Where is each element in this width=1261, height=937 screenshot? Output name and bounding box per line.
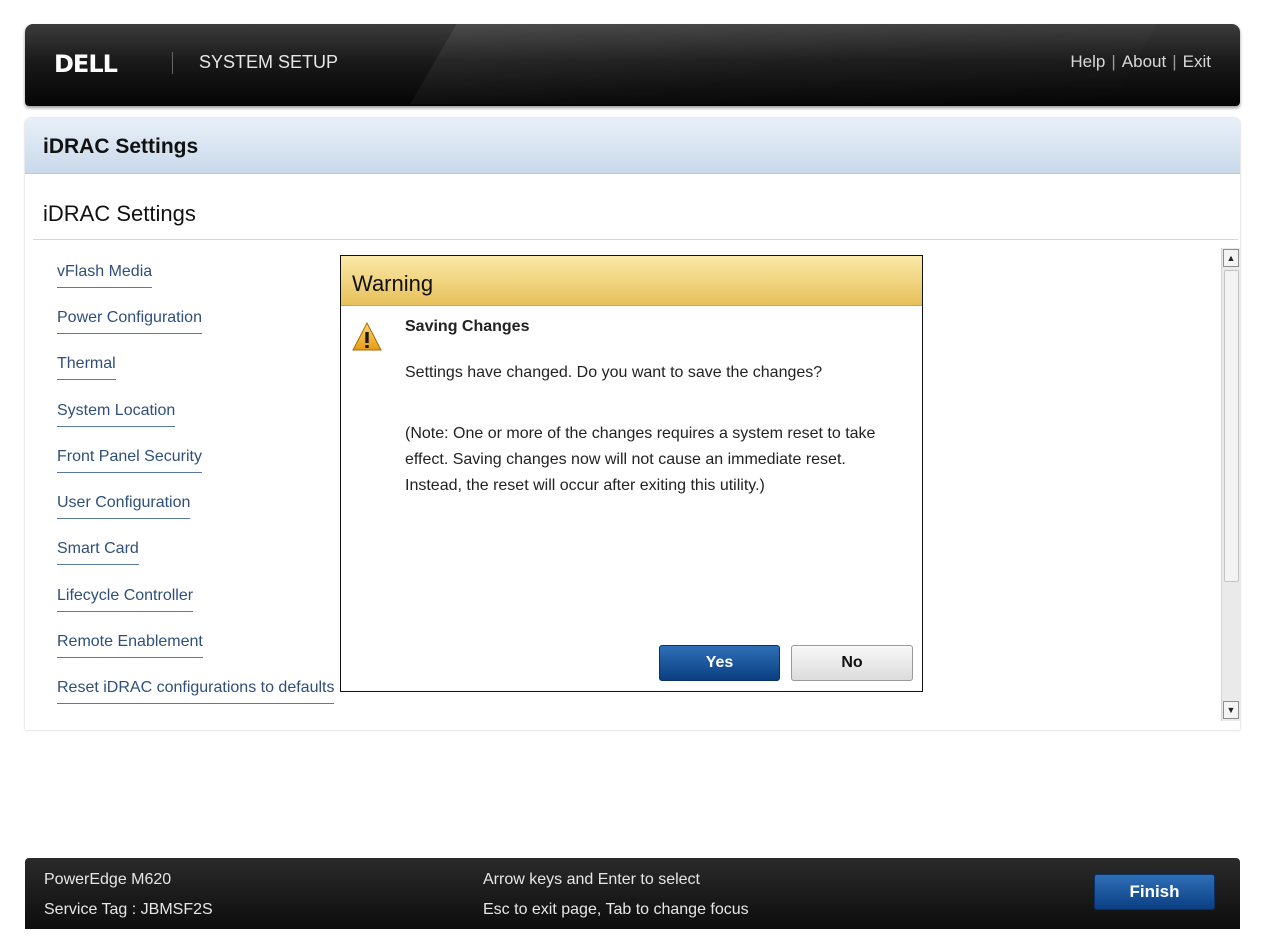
link-separator: | <box>1111 52 1116 71</box>
footer-bar: PowerEdge M620 Service Tag : JBMSF2S Arr… <box>25 858 1240 929</box>
navigation-hint: Arrow keys and Enter to select <box>483 871 700 888</box>
top-links: Help | About | Exit <box>1070 52 1211 72</box>
section-divider <box>33 239 1238 240</box>
arrow-up-icon: ▲ <box>1226 253 1236 263</box>
yes-button[interactable]: Yes <box>659 645 780 681</box>
top-bar: DELL SYSTEM SETUP Help | About | Exit <box>25 24 1240 106</box>
scroll-down-button[interactable]: ▼ <box>1223 701 1239 719</box>
vertical-scrollbar[interactable]: ▲ ▼ <box>1221 248 1240 721</box>
menu-item-lifecycle-controller[interactable]: Lifecycle Controller <box>57 587 194 612</box>
about-link[interactable]: About <box>1122 52 1166 72</box>
menu-item-reset-idrac-defaults[interactable]: Reset iDRAC configurations to defaults <box>57 679 335 704</box>
panel-header: iDRAC Settings <box>25 118 1240 174</box>
system-model: PowerEdge M620 <box>44 871 172 888</box>
arrow-down-icon: ▼ <box>1226 705 1236 715</box>
header-sheen <box>410 24 1180 104</box>
dialog-header: Warning <box>341 256 922 306</box>
section-title: iDRAC Settings <box>43 201 196 226</box>
focus-hint: Esc to exit page, Tab to change focus <box>483 901 749 918</box>
no-button[interactable]: No <box>791 645 913 681</box>
page-title: iDRAC Settings <box>43 135 199 158</box>
link-separator: | <box>1172 52 1177 71</box>
help-link[interactable]: Help <box>1070 52 1105 72</box>
menu-item-power-configuration[interactable]: Power Configuration <box>57 309 202 334</box>
menu-item-thermal[interactable]: Thermal <box>57 355 116 380</box>
menu-item-smart-card[interactable]: Smart Card <box>57 540 139 565</box>
dialog-title: Warning <box>352 271 434 296</box>
dialog-subject: Saving Changes <box>405 318 530 335</box>
logo-separator <box>172 52 173 74</box>
menu-item-user-configuration[interactable]: User Configuration <box>57 494 191 519</box>
dialog-note: (Note: One or more of the changes requir… <box>405 425 876 494</box>
scroll-thumb[interactable] <box>1224 270 1239 582</box>
dialog-message: Settings have changed. Do you want to sa… <box>405 364 823 381</box>
dell-logo: DELL <box>54 50 118 78</box>
menu-item-front-panel-security[interactable]: Front Panel Security <box>57 448 202 473</box>
warning-dialog: Warning Saving Changes Settings have cha… <box>340 255 923 692</box>
warning-icon <box>352 322 382 351</box>
menu-item-vflash-media[interactable]: vFlash Media <box>57 263 153 288</box>
system-setup-title: SYSTEM SETUP <box>199 52 339 72</box>
finish-button[interactable]: Finish <box>1094 874 1215 910</box>
exit-link[interactable]: Exit <box>1183 52 1211 72</box>
menu-item-remote-enablement[interactable]: Remote Enablement <box>57 633 203 658</box>
menu-item-system-location[interactable]: System Location <box>57 402 176 427</box>
scroll-up-button[interactable]: ▲ <box>1223 249 1239 267</box>
service-tag: Service Tag : JBMSF2S <box>44 901 213 918</box>
